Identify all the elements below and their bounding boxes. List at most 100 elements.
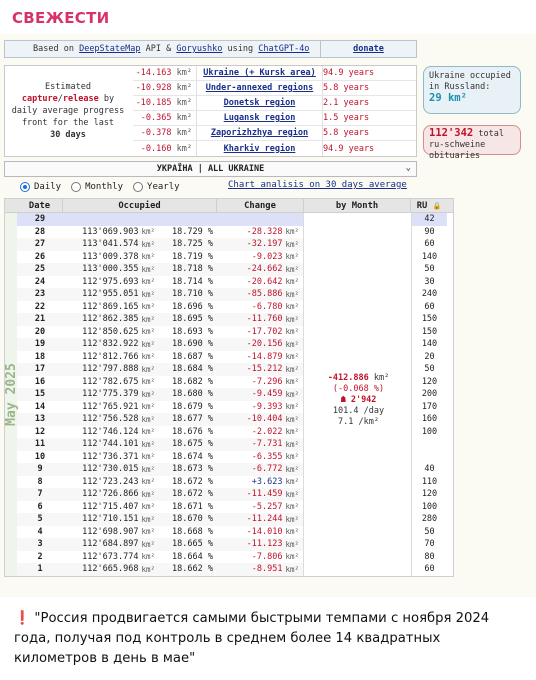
table-row: 26 113'009.378 km² 18.719 % -9.023 km² 140 xyxy=(5,250,453,263)
row-occupied-km: 112'665.968 km² xyxy=(63,563,161,576)
row-date: 26 xyxy=(34,251,46,262)
summary-period: 30 days xyxy=(50,130,86,140)
row-ru: 70 xyxy=(411,538,447,551)
radio-daily[interactable]: Daily xyxy=(20,182,61,192)
row-date: 15 xyxy=(17,388,63,401)
row-occupied-km: 112'812.766 km² xyxy=(82,351,155,362)
row-ru: 60 xyxy=(411,238,447,251)
summary-years: 1.5 years xyxy=(323,113,370,123)
row-change: -7.731 km² xyxy=(217,438,304,451)
row-ru: 160 xyxy=(411,413,447,426)
row-occupied-km: 112'723.243 km² xyxy=(82,476,155,487)
row-date: 1 xyxy=(17,563,63,576)
summary-by: by xyxy=(103,94,115,104)
summary-years: 2.1 years xyxy=(323,98,370,108)
caption-text: "Россия продвигается самыми быстрыми тем… xyxy=(14,611,490,666)
row-occupied-pct: 18.674 % xyxy=(172,451,213,462)
radio-dot-daily[interactable] xyxy=(20,182,30,192)
summary-region-link[interactable]: Lugansk region xyxy=(197,111,323,125)
row-change: -20.642 km² xyxy=(217,275,304,288)
row-date: 4 xyxy=(37,526,43,537)
summary-line4: front for the last xyxy=(21,118,115,128)
radio-monthly[interactable]: Monthly xyxy=(71,182,123,192)
header-date[interactable]: Date xyxy=(17,199,63,212)
row-month-summary-cell xyxy=(304,276,411,289)
month-km-per-day: 7.1 /km² xyxy=(338,417,379,427)
row-change: -6.772 km² xyxy=(217,463,304,476)
row-month-summary-cell xyxy=(304,513,411,526)
row-date: 19 xyxy=(17,338,63,351)
donate-link[interactable]: donate xyxy=(320,41,416,57)
row-month-summary-cell xyxy=(304,526,411,539)
row-occupied-pct xyxy=(161,213,217,226)
radio-dot-monthly[interactable] xyxy=(71,182,82,192)
row-occupied-km: 112'746.124 km² xyxy=(82,426,155,437)
occupied-in-russia-box: Ukraine occupied in Russland: 29 km² xyxy=(423,66,521,114)
region-select[interactable]: УКРАЇНА | ALL UKRAINE ⌄ xyxy=(4,161,417,177)
header-occupied[interactable]: Occupied xyxy=(63,199,217,212)
row-change: -9.459 km² xyxy=(217,388,304,401)
row-month-summary-cell xyxy=(304,488,411,501)
summary-region-link[interactable]: Donetsk region xyxy=(197,96,323,110)
row-month-summary-cell xyxy=(304,551,411,564)
row-ru: 60 xyxy=(411,300,447,313)
credit-prefix: Based on xyxy=(33,44,74,54)
row-occupied-km xyxy=(63,213,161,226)
row-date: 5 xyxy=(17,513,63,526)
row-change: -9.023 km² xyxy=(217,250,304,263)
summary-rows: -14.163 km² Ukraine (+ Kursk area) 94.9 ye… xyxy=(133,66,416,156)
row-change: -11.244 km² xyxy=(217,513,304,526)
chatgpt-link[interactable]: ChatGPT-4o xyxy=(258,44,309,54)
row-ru: 60 xyxy=(411,563,447,576)
row-occupied-pct: 18.676 % xyxy=(172,426,213,437)
table-row: 4 112'698.907 km² 18.668 % -14.010 km² 50 xyxy=(5,525,453,539)
radio-dot-yearly[interactable] xyxy=(133,182,144,192)
table-row: 25 113'000.355 km² 18.718 % -24.662 km² 50 xyxy=(5,263,453,276)
row-ru: 42 xyxy=(411,213,447,226)
row-occupied-km: 112'744.101 km² xyxy=(63,438,161,451)
row-ru xyxy=(411,450,447,463)
summary-region-link[interactable]: Zaporizhzhya region xyxy=(197,126,323,140)
month-ru-per-day: 101.4 /day xyxy=(332,406,385,416)
month-change-unit: km² xyxy=(373,373,390,383)
row-month-summary-cell xyxy=(304,226,411,239)
header-change[interactable]: Change xyxy=(217,199,304,212)
table-row: 23 112'955.051 km² 18.710 % -85.886 km² 240 xyxy=(5,288,453,301)
row-occupied-km: 112'832.922 km² xyxy=(63,338,161,351)
row-change xyxy=(217,213,304,226)
row-date: 14 xyxy=(34,401,46,412)
row-change: -17.702 km² xyxy=(217,325,304,338)
goryushko-link[interactable]: Goryushko xyxy=(176,44,222,54)
deepstatemap-link[interactable]: DeepStateMap xyxy=(79,44,140,54)
row-occupied-pct: 18.672 % xyxy=(161,488,217,501)
row-ru: 110 xyxy=(411,475,447,488)
credit-mid2: using xyxy=(227,44,254,54)
header-by-month[interactable]: by Month xyxy=(304,199,411,212)
summary-value: -10.928 km² xyxy=(133,81,197,95)
table-row: 18 112'812.766 km² 18.687 % -14.879 km² 20 xyxy=(5,350,453,363)
table-row: 8 112'723.243 km² 18.672 % +3.623 km² 110 xyxy=(5,475,453,488)
row-ru: 120 xyxy=(411,488,447,501)
row-change: -10.404 km² xyxy=(217,413,304,426)
row-date: 16 xyxy=(34,376,46,387)
row-occupied-pct: 18.664 % xyxy=(172,551,213,562)
radio-yearly[interactable]: Yearly xyxy=(133,182,180,192)
summary-row: -0.378 km² Zaporizhzhya region 5.8 years xyxy=(133,126,416,141)
summary-region-link[interactable]: Kharkiv region xyxy=(197,141,323,156)
row-change: -7.806 km² xyxy=(217,550,304,563)
row-month-summary-cell xyxy=(304,213,411,226)
row-occupied-pct: 18.665 % xyxy=(161,538,217,551)
summary-region-link[interactable]: Under-annexed regions xyxy=(197,81,323,95)
credit-mid1: API & xyxy=(145,44,172,54)
obituaries-line2: ru-schweine xyxy=(429,140,486,150)
summary-region-link[interactable]: Ukraine (+ Kursk area) xyxy=(197,66,323,80)
radio-monthly-label: Monthly xyxy=(85,182,124,192)
header-ru[interactable]: RU 🔒 xyxy=(411,199,447,212)
chart-analysis-link[interactable]: Chart analisis on 30 days average xyxy=(228,180,407,190)
row-change: -15.212 km² xyxy=(217,363,304,376)
row-month-summary-cell xyxy=(304,301,411,314)
row-occupied-km: 112'673.774 km² xyxy=(82,551,155,562)
row-occupied-km: 112'684.897 km² xyxy=(63,538,161,551)
row-occupied-pct: 18.690 % xyxy=(161,338,217,351)
row-date: 25 xyxy=(17,263,63,276)
